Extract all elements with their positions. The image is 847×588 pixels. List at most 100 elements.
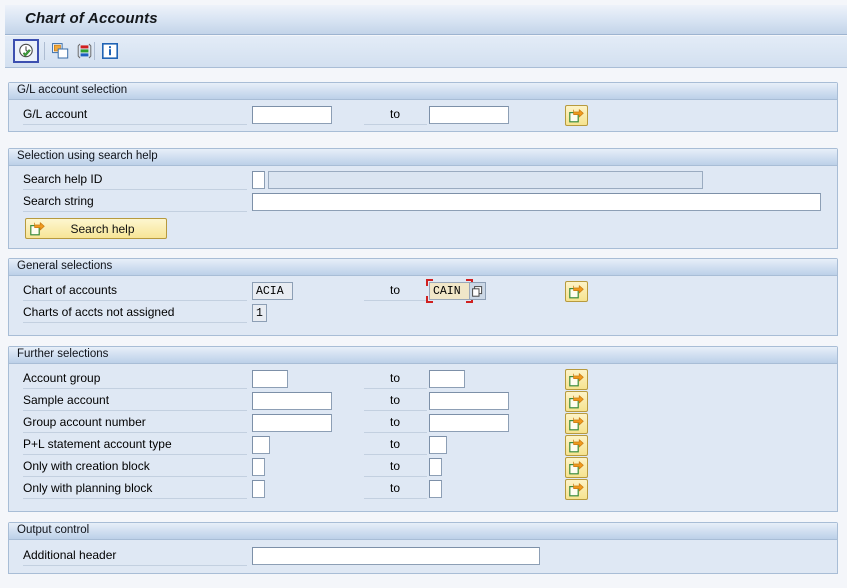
label-only-with-planning-block: Only with planning block xyxy=(23,481,153,495)
field-row-group-account-number: Group account number to xyxy=(9,413,837,435)
label-only-with-creation-block: Only with creation block xyxy=(23,459,150,473)
range-to-label: to xyxy=(390,415,401,429)
input-account-group-from[interactable] xyxy=(252,370,288,388)
multi-select-arrow-icon xyxy=(569,372,584,386)
field-row-search-help-id: Search help ID xyxy=(9,170,837,192)
label-pl-statement-account-type: P+L statement account type xyxy=(23,437,172,451)
input-additional-header[interactable] xyxy=(252,547,540,565)
label-underline xyxy=(23,454,247,455)
input-chart-of-accounts-to[interactable]: CAIN xyxy=(429,282,470,300)
input-gl-account-from[interactable] xyxy=(252,106,332,124)
label-additional-header: Additional header xyxy=(23,548,117,562)
panel-header: Output control xyxy=(9,523,837,540)
search-help-button[interactable]: Search help xyxy=(25,218,167,239)
multiple-selection-chart-of-accounts[interactable] xyxy=(565,281,588,302)
multi-select-arrow-icon xyxy=(30,221,45,235)
search-help-button-label: Search help xyxy=(70,221,135,236)
output-search-help-id-description xyxy=(268,171,703,189)
label-sample-account: Sample account xyxy=(23,393,110,407)
multi-select-arrow-icon xyxy=(569,482,584,496)
panel-header: Further selections xyxy=(9,347,837,364)
multi-select-arrow-icon xyxy=(569,416,584,430)
label-underline xyxy=(23,565,247,566)
panel-body: G/L account to xyxy=(9,100,837,132)
window-title-bar: Chart of Accounts xyxy=(5,5,847,35)
label-chart-of-accounts: Chart of accounts xyxy=(23,283,118,297)
multiple-selection-account-group[interactable] xyxy=(565,369,588,390)
page-title: Chart of Accounts xyxy=(25,10,158,27)
multi-select-arrow-icon xyxy=(569,284,584,298)
input-only-with-planning-block-from[interactable] xyxy=(252,480,265,498)
range-to-label: to xyxy=(390,371,401,385)
input-chart-of-accounts-from[interactable]: ACIA xyxy=(252,282,293,300)
field-row-charts-not-assigned: Charts of accts not assigned 1 xyxy=(9,303,837,325)
panel-body: Chart of accounts ACIA to CAIN Charts of… xyxy=(9,276,837,336)
label-underline xyxy=(364,124,427,125)
information-button[interactable] xyxy=(97,39,123,63)
input-group-account-number-to[interactable] xyxy=(429,414,509,432)
panel-output-control: Output control Additional header xyxy=(8,522,838,574)
multi-select-arrow-icon xyxy=(569,460,584,474)
application-toolbar xyxy=(5,36,847,68)
panel-body: Account group to Sample account to Group… xyxy=(9,364,837,512)
panel-body: Search help ID Search string Search help xyxy=(9,166,837,249)
search-help-f4-button-chart-of-accounts[interactable] xyxy=(470,282,486,300)
input-pl-statement-account-type-to[interactable] xyxy=(429,436,447,454)
panel-general-selections: General selections Chart of accounts ACI… xyxy=(8,258,838,336)
input-pl-statement-account-type-from[interactable] xyxy=(252,436,270,454)
input-sample-account-from[interactable] xyxy=(252,392,332,410)
range-to-label: to xyxy=(390,437,401,451)
panel-selection-using-search-help: Selection using search help Search help … xyxy=(8,148,838,249)
panel-header: G/L account selection xyxy=(9,83,837,100)
label-underline xyxy=(23,211,247,212)
multiple-selection-sample-account[interactable] xyxy=(565,391,588,412)
multiple-selection-group-account-number[interactable] xyxy=(565,413,588,434)
multiple-selection-pl-statement-account-type[interactable] xyxy=(565,435,588,456)
input-account-group-to[interactable] xyxy=(429,370,465,388)
input-group-account-number-from[interactable] xyxy=(252,414,332,432)
label-underline xyxy=(364,388,427,389)
input-gl-account-to[interactable] xyxy=(429,106,509,124)
execute-button[interactable] xyxy=(13,39,39,63)
panel-header: General selections xyxy=(9,259,837,276)
field-row-only-with-creation-block: Only with creation block to xyxy=(9,457,837,479)
range-to-label: to xyxy=(390,107,401,121)
clock-check-icon xyxy=(18,43,33,57)
label-underline xyxy=(23,432,247,433)
input-search-help-id[interactable] xyxy=(252,171,265,189)
panel-body: Additional header xyxy=(9,540,837,574)
label-underline xyxy=(23,124,247,125)
panel-gl-account-selection: G/L account selection G/L account to xyxy=(8,82,838,132)
label-underline xyxy=(23,189,247,190)
input-only-with-creation-block-to[interactable] xyxy=(429,458,442,476)
label-charts-of-accts-not-assigned: Charts of accts not assigned xyxy=(23,305,175,319)
copy-windows-icon xyxy=(51,43,68,59)
field-row-sample-account: Sample account to xyxy=(9,391,837,413)
variant-stripes-icon xyxy=(77,43,91,59)
field-row-chart-of-accounts: Chart of accounts ACIA to CAIN xyxy=(9,279,837,303)
multiple-selection-gl-account[interactable] xyxy=(565,105,588,126)
input-charts-of-accts-not-assigned[interactable]: 1 xyxy=(252,304,267,322)
range-to-label: to xyxy=(390,481,401,495)
label-underline xyxy=(364,476,427,477)
input-sample-account-to[interactable] xyxy=(429,392,509,410)
field-row-only-with-planning-block: Only with planning block to xyxy=(9,479,837,501)
label-underline xyxy=(23,388,247,389)
field-row-account-group: Account group to xyxy=(9,369,837,391)
label-underline xyxy=(23,476,247,477)
label-underline xyxy=(23,498,247,499)
multi-select-arrow-icon xyxy=(569,394,584,408)
multiple-selection-button[interactable] xyxy=(47,39,73,63)
label-underline xyxy=(364,300,427,301)
multiple-selection-only-with-creation-block[interactable] xyxy=(565,457,588,478)
field-row-search-string: Search string xyxy=(9,192,837,214)
label-search-string: Search string xyxy=(23,194,94,208)
range-to-label: to xyxy=(390,459,401,473)
range-to-label: to xyxy=(390,393,401,407)
label-underline xyxy=(364,410,427,411)
input-search-string[interactable] xyxy=(252,193,821,211)
field-row-additional-header: Additional header xyxy=(9,546,837,568)
input-only-with-creation-block-from[interactable] xyxy=(252,458,265,476)
input-only-with-planning-block-to[interactable] xyxy=(429,480,442,498)
multiple-selection-only-with-planning-block[interactable] xyxy=(565,479,588,500)
